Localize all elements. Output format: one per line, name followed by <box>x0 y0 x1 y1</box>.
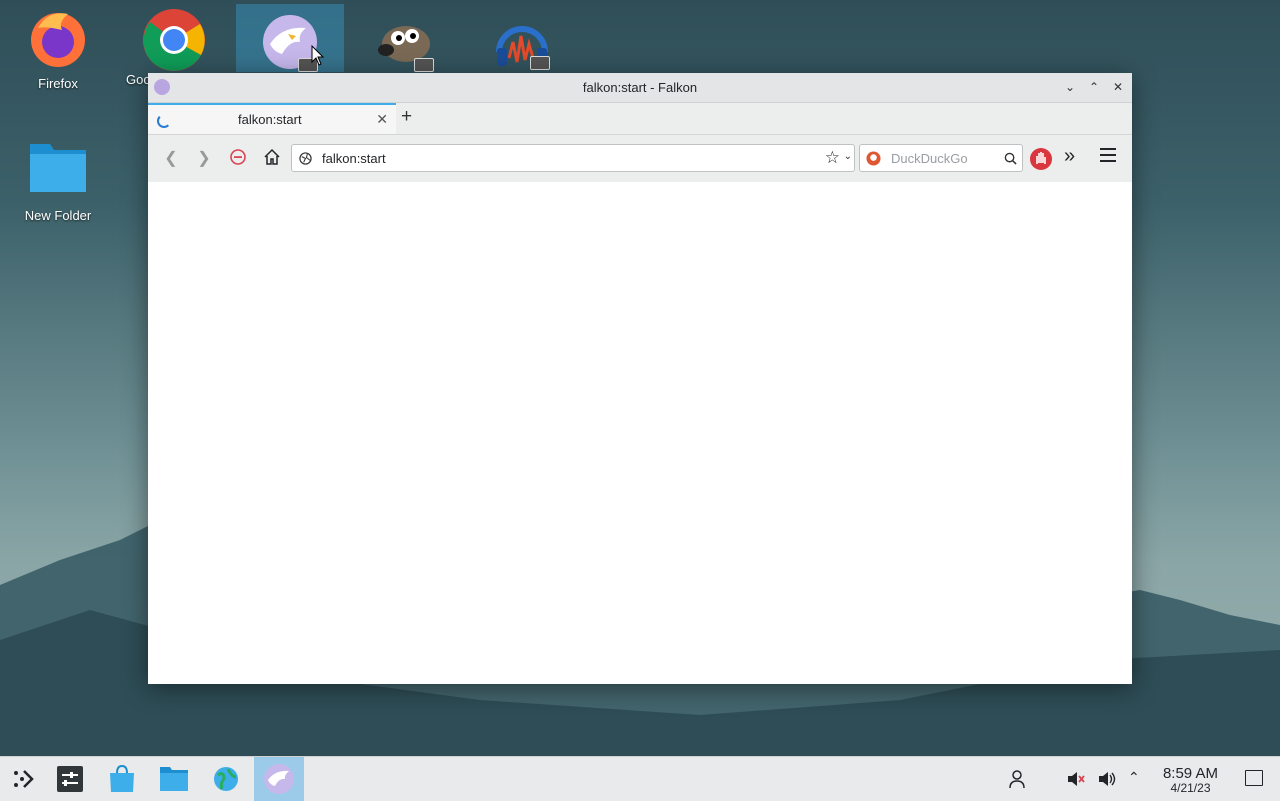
maximize-icon[interactable]: ⌃ <box>1086 79 1102 95</box>
extensions-more-icon[interactable]: » <box>1064 145 1075 168</box>
taskbar-falkon-active[interactable] <box>254 757 304 801</box>
minimize-icon[interactable]: ⌄ <box>1062 79 1078 95</box>
title-bar[interactable]: falkon:start - Falkon ⌄ ⌃ ✕ <box>148 73 1132 103</box>
desktop-icon-label: New Folder <box>24 208 92 223</box>
chrome-icon <box>142 8 205 71</box>
muted-microphone-icon[interactable] <box>1066 769 1086 794</box>
bookmark-star-icon[interactable]: ☆ <box>825 148 840 168</box>
home-button[interactable] <box>261 148 283 170</box>
falkon-icon <box>264 764 294 794</box>
address-bar[interactable]: falkon:start ☆ ⌄ <box>291 144 855 172</box>
search-bar[interactable]: DuckDuckGo <box>859 144 1023 172</box>
new-tab-button[interactable]: + <box>401 106 412 128</box>
navigation-toolbar: ❮ ❯ falkon:start ☆ ⌄ DuckDuckGo » <box>148 135 1132 183</box>
clock-time: 8:59 AM <box>1162 765 1218 782</box>
system-settings-icon[interactable] <box>54 763 86 795</box>
search-icon[interactable] <box>1004 152 1017 165</box>
home-icon <box>264 148 280 165</box>
desktop-icon-firefox[interactable]: Firefox <box>8 8 108 98</box>
close-icon[interactable]: ✕ <box>1110 79 1126 95</box>
url-text: falkon:start <box>322 151 386 166</box>
desktop-icon-label: Firefox <box>38 76 78 91</box>
page-content[interactable] <box>148 182 1132 684</box>
adblock-icon[interactable] <box>1029 147 1053 171</box>
main-menu-icon[interactable] <box>1100 148 1116 162</box>
system-tray-expand-icon[interactable]: ⌃ <box>1128 769 1140 786</box>
window-title: falkon:start - Falkon <box>582 80 698 95</box>
tab-bar: falkon:start ✕ + <box>148 103 1132 135</box>
show-desktop-icon[interactable] <box>1245 770 1263 786</box>
tab-title: falkon:start <box>238 112 302 127</box>
desktop-icon-audacity[interactable] <box>472 4 572 72</box>
search-placeholder: DuckDuckGo <box>891 151 968 166</box>
stop-icon <box>230 149 246 165</box>
file-manager-icon[interactable] <box>158 763 190 795</box>
desktop-icon-new-folder[interactable]: New Folder <box>8 138 108 228</box>
tab-falkon-start[interactable]: falkon:start ✕ <box>148 103 396 134</box>
audacity-icon <box>492 12 552 72</box>
clock-date: 4/21/23 <box>1170 781 1211 795</box>
desktop-icon-falkon[interactable] <box>236 4 344 72</box>
browser-window: falkon:start - Falkon ⌄ ⌃ ✕ falkon:start… <box>148 73 1132 684</box>
discover-store-icon[interactable] <box>106 763 138 795</box>
folder-icon <box>28 138 88 198</box>
taskbar: ⌃ 8:59 AM 4/21/23 <box>0 756 1280 801</box>
desktop-icon-gimp[interactable] <box>352 4 460 72</box>
forward-button[interactable]: ❯ <box>193 148 215 170</box>
app-launcher-icon[interactable] <box>8 763 40 795</box>
loading-spinner-icon <box>157 114 171 128</box>
digital-clock[interactable]: 8:59 AM 4/21/23 <box>1163 765 1218 795</box>
duckduckgo-icon <box>866 151 881 166</box>
link-badge-icon <box>414 58 434 72</box>
tab-close-icon[interactable]: ✕ <box>376 111 388 128</box>
stop-button[interactable] <box>227 148 249 170</box>
link-badge-icon <box>530 56 550 70</box>
user-icon[interactable] <box>1008 769 1026 794</box>
gimp-icon <box>376 14 436 74</box>
url-dropdown-icon[interactable]: ⌄ <box>844 151 852 162</box>
site-info-icon <box>299 152 312 165</box>
network-browser-icon[interactable] <box>210 763 242 795</box>
back-button[interactable]: ❮ <box>160 148 182 170</box>
firefox-icon <box>28 8 88 68</box>
mouse-cursor-icon <box>311 45 325 66</box>
volume-icon[interactable] <box>1097 769 1117 794</box>
